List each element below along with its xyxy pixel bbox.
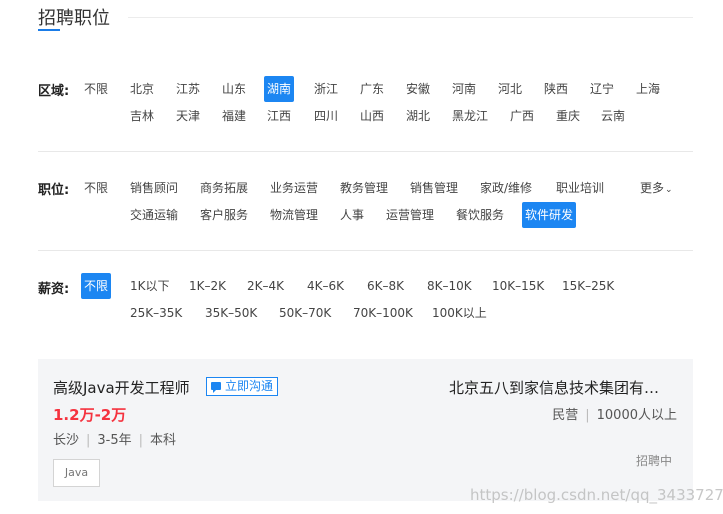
region-chip[interactable]: 湖北 bbox=[403, 103, 433, 129]
company-meta: 民营 | 10000人以上 bbox=[552, 404, 677, 423]
region-chip[interactable]: 福建 bbox=[219, 103, 249, 129]
position-more-button[interactable]: 更多⌄ bbox=[637, 175, 676, 201]
region-chip[interactable]: 广东 bbox=[357, 76, 387, 102]
salary-chip[interactable]: 6K–8K bbox=[364, 273, 407, 299]
job-salary: 1.2万-2万 bbox=[53, 406, 127, 424]
region-chip[interactable]: 浙江 bbox=[311, 76, 341, 102]
job-card[interactable]: 高级Java开发工程师 立即沟通 1.2万-2万 长沙 | 3-5年 | 本科 Java… bbox=[38, 359, 693, 501]
region-chip[interactable]: 吉林 bbox=[127, 103, 157, 129]
salary-chip[interactable]: 35K–50K bbox=[202, 300, 260, 326]
position-chip[interactable]: 销售管理 bbox=[407, 175, 461, 201]
region-chip[interactable]: 四川 bbox=[311, 103, 341, 129]
position-chip[interactable]: 家政/维修 bbox=[477, 175, 535, 201]
salary-chip[interactable]: 25K–35K bbox=[127, 300, 185, 326]
salary-chip[interactable]: 50K–70K bbox=[276, 300, 334, 326]
position-chip[interactable]: 业务运营 bbox=[267, 175, 321, 201]
region-chip[interactable]: 安徽 bbox=[403, 76, 433, 102]
position-chip[interactable]: 交通运输 bbox=[127, 202, 181, 228]
salary-chip[interactable]: 不限 bbox=[81, 273, 112, 299]
chat-button-label: 立即沟通 bbox=[225, 379, 274, 393]
skill-tag: Java bbox=[53, 459, 100, 487]
job-status: 招聘中 bbox=[635, 454, 672, 468]
region-chip[interactable]: 河北 bbox=[495, 76, 525, 102]
job-title[interactable]: 高级Java开发工程师 bbox=[53, 377, 190, 398]
position-chip[interactable]: 软件研发 bbox=[522, 202, 577, 228]
salary-chip[interactable]: 15K–25K bbox=[559, 273, 617, 299]
position-chip[interactable]: 客户服务 bbox=[197, 202, 251, 228]
position-chip[interactable]: 运营管理 bbox=[383, 202, 437, 228]
job-education: 本科 bbox=[150, 433, 177, 448]
region-chip[interactable]: 不限 bbox=[81, 76, 111, 102]
region-chip[interactable]: 山西 bbox=[357, 103, 387, 129]
salary-chip[interactable]: 1K以下 bbox=[127, 273, 173, 299]
region-chip[interactable]: 陕西 bbox=[541, 76, 571, 102]
watermark: https://blog.csdn.net/qq_34337272 bbox=[470, 486, 723, 504]
position-label: 职位: bbox=[38, 183, 70, 198]
divider bbox=[38, 250, 693, 251]
region-chip[interactable]: 云南 bbox=[598, 103, 628, 129]
position-more-label: 更多 bbox=[640, 181, 665, 195]
salary-chip[interactable]: 10K–15K bbox=[489, 273, 547, 299]
title-underline bbox=[38, 29, 60, 31]
salary-chip[interactable]: 100K以上 bbox=[429, 300, 490, 326]
position-chip[interactable]: 物流管理 bbox=[267, 202, 321, 228]
region-chip[interactable]: 辽宁 bbox=[587, 76, 617, 102]
region-chip[interactable]: 广西 bbox=[507, 103, 537, 129]
region-chip[interactable]: 河南 bbox=[449, 76, 479, 102]
region-label: 区域: bbox=[38, 84, 70, 99]
position-chip[interactable]: 教务管理 bbox=[337, 175, 391, 201]
region-chip[interactable]: 江西 bbox=[264, 103, 294, 129]
chevron-down-icon: ⌄ bbox=[665, 185, 673, 195]
region-chip[interactable]: 上海 bbox=[633, 76, 663, 102]
divider bbox=[38, 151, 693, 152]
position-chip[interactable]: 人事 bbox=[337, 202, 367, 228]
region-chip[interactable]: 湖南 bbox=[264, 76, 295, 102]
section-title: 招聘职位 bbox=[38, 8, 110, 29]
job-experience: 3-5年 bbox=[97, 433, 132, 448]
region-chip[interactable]: 天津 bbox=[173, 103, 203, 129]
company-size: 10000人以上 bbox=[596, 408, 677, 423]
region-chip[interactable]: 重庆 bbox=[553, 103, 583, 129]
region-chip[interactable]: 江苏 bbox=[173, 76, 203, 102]
salary-chip[interactable]: 2K–4K bbox=[244, 273, 287, 299]
region-chip[interactable]: 北京 bbox=[127, 76, 157, 102]
salary-chip[interactable]: 8K–10K bbox=[424, 273, 475, 299]
separator: | bbox=[86, 433, 91, 448]
position-chip[interactable]: 餐饮服务 bbox=[453, 202, 507, 228]
job-meta: 长沙 | 3-5年 | 本科 bbox=[53, 429, 176, 448]
salary-label: 薪资: bbox=[38, 282, 70, 297]
salary-chip[interactable]: 4K–6K bbox=[304, 273, 347, 299]
salary-chip[interactable]: 1K–2K bbox=[186, 273, 229, 299]
separator: | bbox=[585, 408, 590, 423]
job-city: 长沙 bbox=[53, 433, 80, 448]
position-chip[interactable]: 职业培训 bbox=[553, 175, 607, 201]
title-rule bbox=[128, 17, 693, 18]
separator: | bbox=[138, 433, 144, 448]
company-name[interactable]: 北京五八到家信息技术集团有… bbox=[449, 377, 659, 398]
region-chip[interactable]: 山东 bbox=[219, 76, 249, 102]
region-chip[interactable]: 黑龙江 bbox=[449, 103, 491, 129]
chat-button[interactable]: 立即沟通 bbox=[206, 377, 279, 396]
position-chip[interactable]: 不限 bbox=[81, 175, 111, 201]
salary-chip[interactable]: 70K–100K bbox=[350, 300, 416, 326]
company-type: 民营 bbox=[552, 408, 579, 423]
position-chip[interactable]: 销售顾问 bbox=[127, 175, 181, 201]
position-chip[interactable]: 商务拓展 bbox=[197, 175, 251, 201]
chat-icon bbox=[211, 382, 221, 393]
